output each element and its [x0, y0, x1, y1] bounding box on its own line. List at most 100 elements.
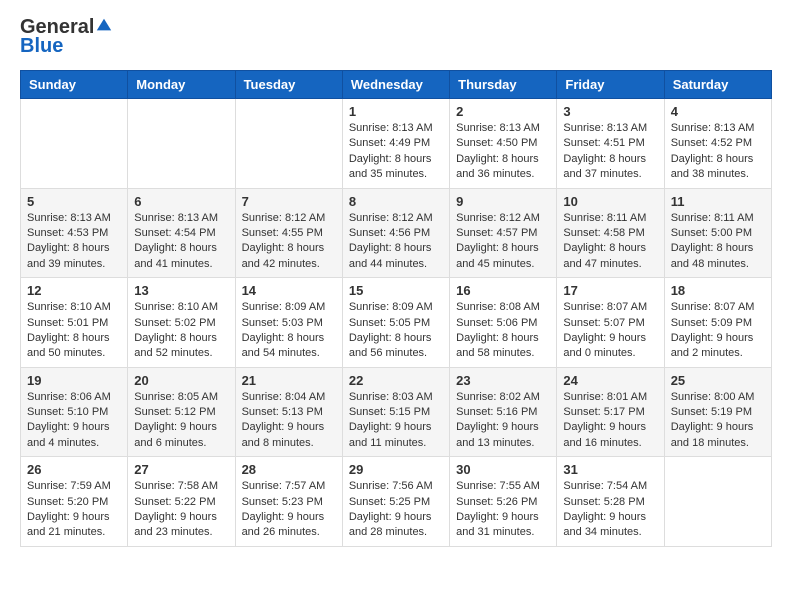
calendar-cell: 5 Sunrise: 8:13 AM Sunset: 4:53 PM Daylig… [21, 188, 128, 278]
calendar-cell: 8 Sunrise: 8:12 AM Sunset: 4:56 PM Daylig… [342, 188, 449, 278]
day-number: 25 [671, 373, 765, 388]
day-number: 6 [134, 194, 228, 209]
day-number: 16 [456, 283, 550, 298]
day-info: Sunrise: 7:54 AM Sunset: 5:28 PM Dayligh… [563, 479, 657, 541]
weekday-header-wednesday: Wednesday [342, 71, 449, 99]
day-number: 2 [456, 104, 550, 119]
calendar-cell: 22 Sunrise: 8:03 AM Sunset: 5:15 PM Dayli… [342, 367, 449, 457]
calendar-cell: 2 Sunrise: 8:13 AM Sunset: 4:50 PM Daylig… [450, 99, 557, 189]
weekday-header-friday: Friday [557, 71, 664, 99]
calendar-cell: 16 Sunrise: 8:08 AM Sunset: 5:06 PM Dayli… [450, 278, 557, 368]
calendar-cell [21, 99, 128, 189]
weekday-header-saturday: Saturday [664, 71, 771, 99]
calendar-cell: 3 Sunrise: 8:13 AM Sunset: 4:51 PM Daylig… [557, 99, 664, 189]
calendar-cell: 6 Sunrise: 8:13 AM Sunset: 4:54 PM Daylig… [128, 188, 235, 278]
calendar-cell: 24 Sunrise: 8:01 AM Sunset: 5:17 PM Dayli… [557, 367, 664, 457]
day-info: Sunrise: 7:56 AM Sunset: 5:25 PM Dayligh… [349, 479, 443, 541]
day-info: Sunrise: 8:13 AM Sunset: 4:53 PM Dayligh… [27, 211, 121, 273]
day-number: 15 [349, 283, 443, 298]
day-info: Sunrise: 8:06 AM Sunset: 5:10 PM Dayligh… [27, 390, 121, 452]
day-info: Sunrise: 8:07 AM Sunset: 5:07 PM Dayligh… [563, 300, 657, 362]
day-info: Sunrise: 8:03 AM Sunset: 5:15 PM Dayligh… [349, 390, 443, 452]
day-info: Sunrise: 8:11 AM Sunset: 5:00 PM Dayligh… [671, 211, 765, 273]
day-info: Sunrise: 8:10 AM Sunset: 5:02 PM Dayligh… [134, 300, 228, 362]
header: General Blue [20, 16, 772, 58]
day-info: Sunrise: 8:04 AM Sunset: 5:13 PM Dayligh… [242, 390, 336, 452]
day-number: 5 [27, 194, 121, 209]
calendar-cell: 9 Sunrise: 8:12 AM Sunset: 4:57 PM Daylig… [450, 188, 557, 278]
day-info: Sunrise: 8:00 AM Sunset: 5:19 PM Dayligh… [671, 390, 765, 452]
calendar-week-4: 19 Sunrise: 8:06 AM Sunset: 5:10 PM Dayli… [21, 367, 772, 457]
logo-blue-label: Blue [20, 35, 63, 58]
day-info: Sunrise: 8:13 AM Sunset: 4:52 PM Dayligh… [671, 121, 765, 183]
calendar-cell: 13 Sunrise: 8:10 AM Sunset: 5:02 PM Dayli… [128, 278, 235, 368]
calendar-cell: 19 Sunrise: 8:06 AM Sunset: 5:10 PM Dayli… [21, 367, 128, 457]
calendar-cell: 7Sunrise: 8:12 AM Sunset: 4:55 PM Daylig… [235, 188, 342, 278]
day-info: Sunrise: 8:13 AM Sunset: 4:54 PM Dayligh… [134, 211, 228, 273]
day-info: Sunrise: 8:12 AM Sunset: 4:57 PM Dayligh… [456, 211, 550, 273]
calendar-table: SundayMondayTuesdayWednesdayThursdayFrid… [20, 70, 772, 547]
day-number: 22 [349, 373, 443, 388]
calendar-cell: 21Sunrise: 8:04 AM Sunset: 5:13 PM Dayli… [235, 367, 342, 457]
day-number: 20 [134, 373, 228, 388]
day-info: Sunrise: 8:13 AM Sunset: 4:50 PM Dayligh… [456, 121, 550, 183]
day-number: 31 [563, 462, 657, 477]
day-info: Sunrise: 8:02 AM Sunset: 5:16 PM Dayligh… [456, 390, 550, 452]
day-number: 28 [242, 462, 336, 477]
page: General Blue SundayMondayTuesdayWednesda… [0, 0, 792, 563]
day-number: 18 [671, 283, 765, 298]
calendar-header-row: SundayMondayTuesdayWednesdayThursdayFrid… [21, 71, 772, 99]
day-number: 29 [349, 462, 443, 477]
weekday-header-thursday: Thursday [450, 71, 557, 99]
day-number: 24 [563, 373, 657, 388]
day-number: 1 [349, 104, 443, 119]
calendar-cell: 10 Sunrise: 8:11 AM Sunset: 4:58 PM Dayli… [557, 188, 664, 278]
calendar-cell: 30Sunrise: 7:55 AM Sunset: 5:26 PM Dayli… [450, 457, 557, 547]
weekday-header-tuesday: Tuesday [235, 71, 342, 99]
day-number: 14 [242, 283, 336, 298]
calendar-cell: 15Sunrise: 8:09 AM Sunset: 5:05 PM Dayli… [342, 278, 449, 368]
day-number: 3 [563, 104, 657, 119]
calendar-week-5: 26 Sunrise: 7:59 AM Sunset: 5:20 PM Dayli… [21, 457, 772, 547]
day-number: 10 [563, 194, 657, 209]
calendar-cell: 25 Sunrise: 8:00 AM Sunset: 5:19 PM Dayli… [664, 367, 771, 457]
calendar-cell: 31 Sunrise: 7:54 AM Sunset: 5:28 PM Dayli… [557, 457, 664, 547]
day-info: Sunrise: 8:11 AM Sunset: 4:58 PM Dayligh… [563, 211, 657, 273]
calendar-cell: 29 Sunrise: 7:56 AM Sunset: 5:25 PM Dayli… [342, 457, 449, 547]
calendar-week-1: 1 Sunrise: 8:13 AM Sunset: 4:49 PM Daylig… [21, 99, 772, 189]
day-number: 17 [563, 283, 657, 298]
calendar-cell [128, 99, 235, 189]
day-info: Sunrise: 8:01 AM Sunset: 5:17 PM Dayligh… [563, 390, 657, 452]
day-number: 7 [242, 194, 336, 209]
logo: General Blue [20, 16, 113, 58]
calendar-cell: 17 Sunrise: 8:07 AM Sunset: 5:07 PM Dayli… [557, 278, 664, 368]
day-info: Sunrise: 8:12 AM Sunset: 4:56 PM Dayligh… [349, 211, 443, 273]
day-info: Sunrise: 8:08 AM Sunset: 5:06 PM Dayligh… [456, 300, 550, 362]
calendar-cell: 27Sunrise: 7:58 AM Sunset: 5:22 PM Dayli… [128, 457, 235, 547]
calendar-cell: 20 Sunrise: 8:05 AM Sunset: 5:12 PM Dayli… [128, 367, 235, 457]
calendar-cell: 23Sunrise: 8:02 AM Sunset: 5:16 PM Dayli… [450, 367, 557, 457]
day-info: Sunrise: 8:09 AM Sunset: 5:03 PM Dayligh… [242, 300, 336, 362]
calendar-cell: 26 Sunrise: 7:59 AM Sunset: 5:20 PM Dayli… [21, 457, 128, 547]
calendar-cell: 18Sunrise: 8:07 AM Sunset: 5:09 PM Dayli… [664, 278, 771, 368]
day-number: 13 [134, 283, 228, 298]
calendar-cell: 11 Sunrise: 8:11 AM Sunset: 5:00 PM Dayli… [664, 188, 771, 278]
logo-flag-icon [95, 17, 113, 33]
day-info: Sunrise: 8:05 AM Sunset: 5:12 PM Dayligh… [134, 390, 228, 452]
day-info: Sunrise: 8:13 AM Sunset: 4:49 PM Dayligh… [349, 121, 443, 183]
calendar-cell [235, 99, 342, 189]
day-number: 26 [27, 462, 121, 477]
day-info: Sunrise: 7:57 AM Sunset: 5:23 PM Dayligh… [242, 479, 336, 541]
day-number: 4 [671, 104, 765, 119]
day-info: Sunrise: 7:59 AM Sunset: 5:20 PM Dayligh… [27, 479, 121, 541]
day-number: 19 [27, 373, 121, 388]
day-number: 9 [456, 194, 550, 209]
day-number: 8 [349, 194, 443, 209]
calendar-cell: 28 Sunrise: 7:57 AM Sunset: 5:23 PM Dayli… [235, 457, 342, 547]
calendar-week-3: 12Sunrise: 8:10 AM Sunset: 5:01 PM Dayli… [21, 278, 772, 368]
weekday-header-sunday: Sunday [21, 71, 128, 99]
day-number: 27 [134, 462, 228, 477]
day-number: 11 [671, 194, 765, 209]
day-info: Sunrise: 8:13 AM Sunset: 4:51 PM Dayligh… [563, 121, 657, 183]
day-number: 12 [27, 283, 121, 298]
